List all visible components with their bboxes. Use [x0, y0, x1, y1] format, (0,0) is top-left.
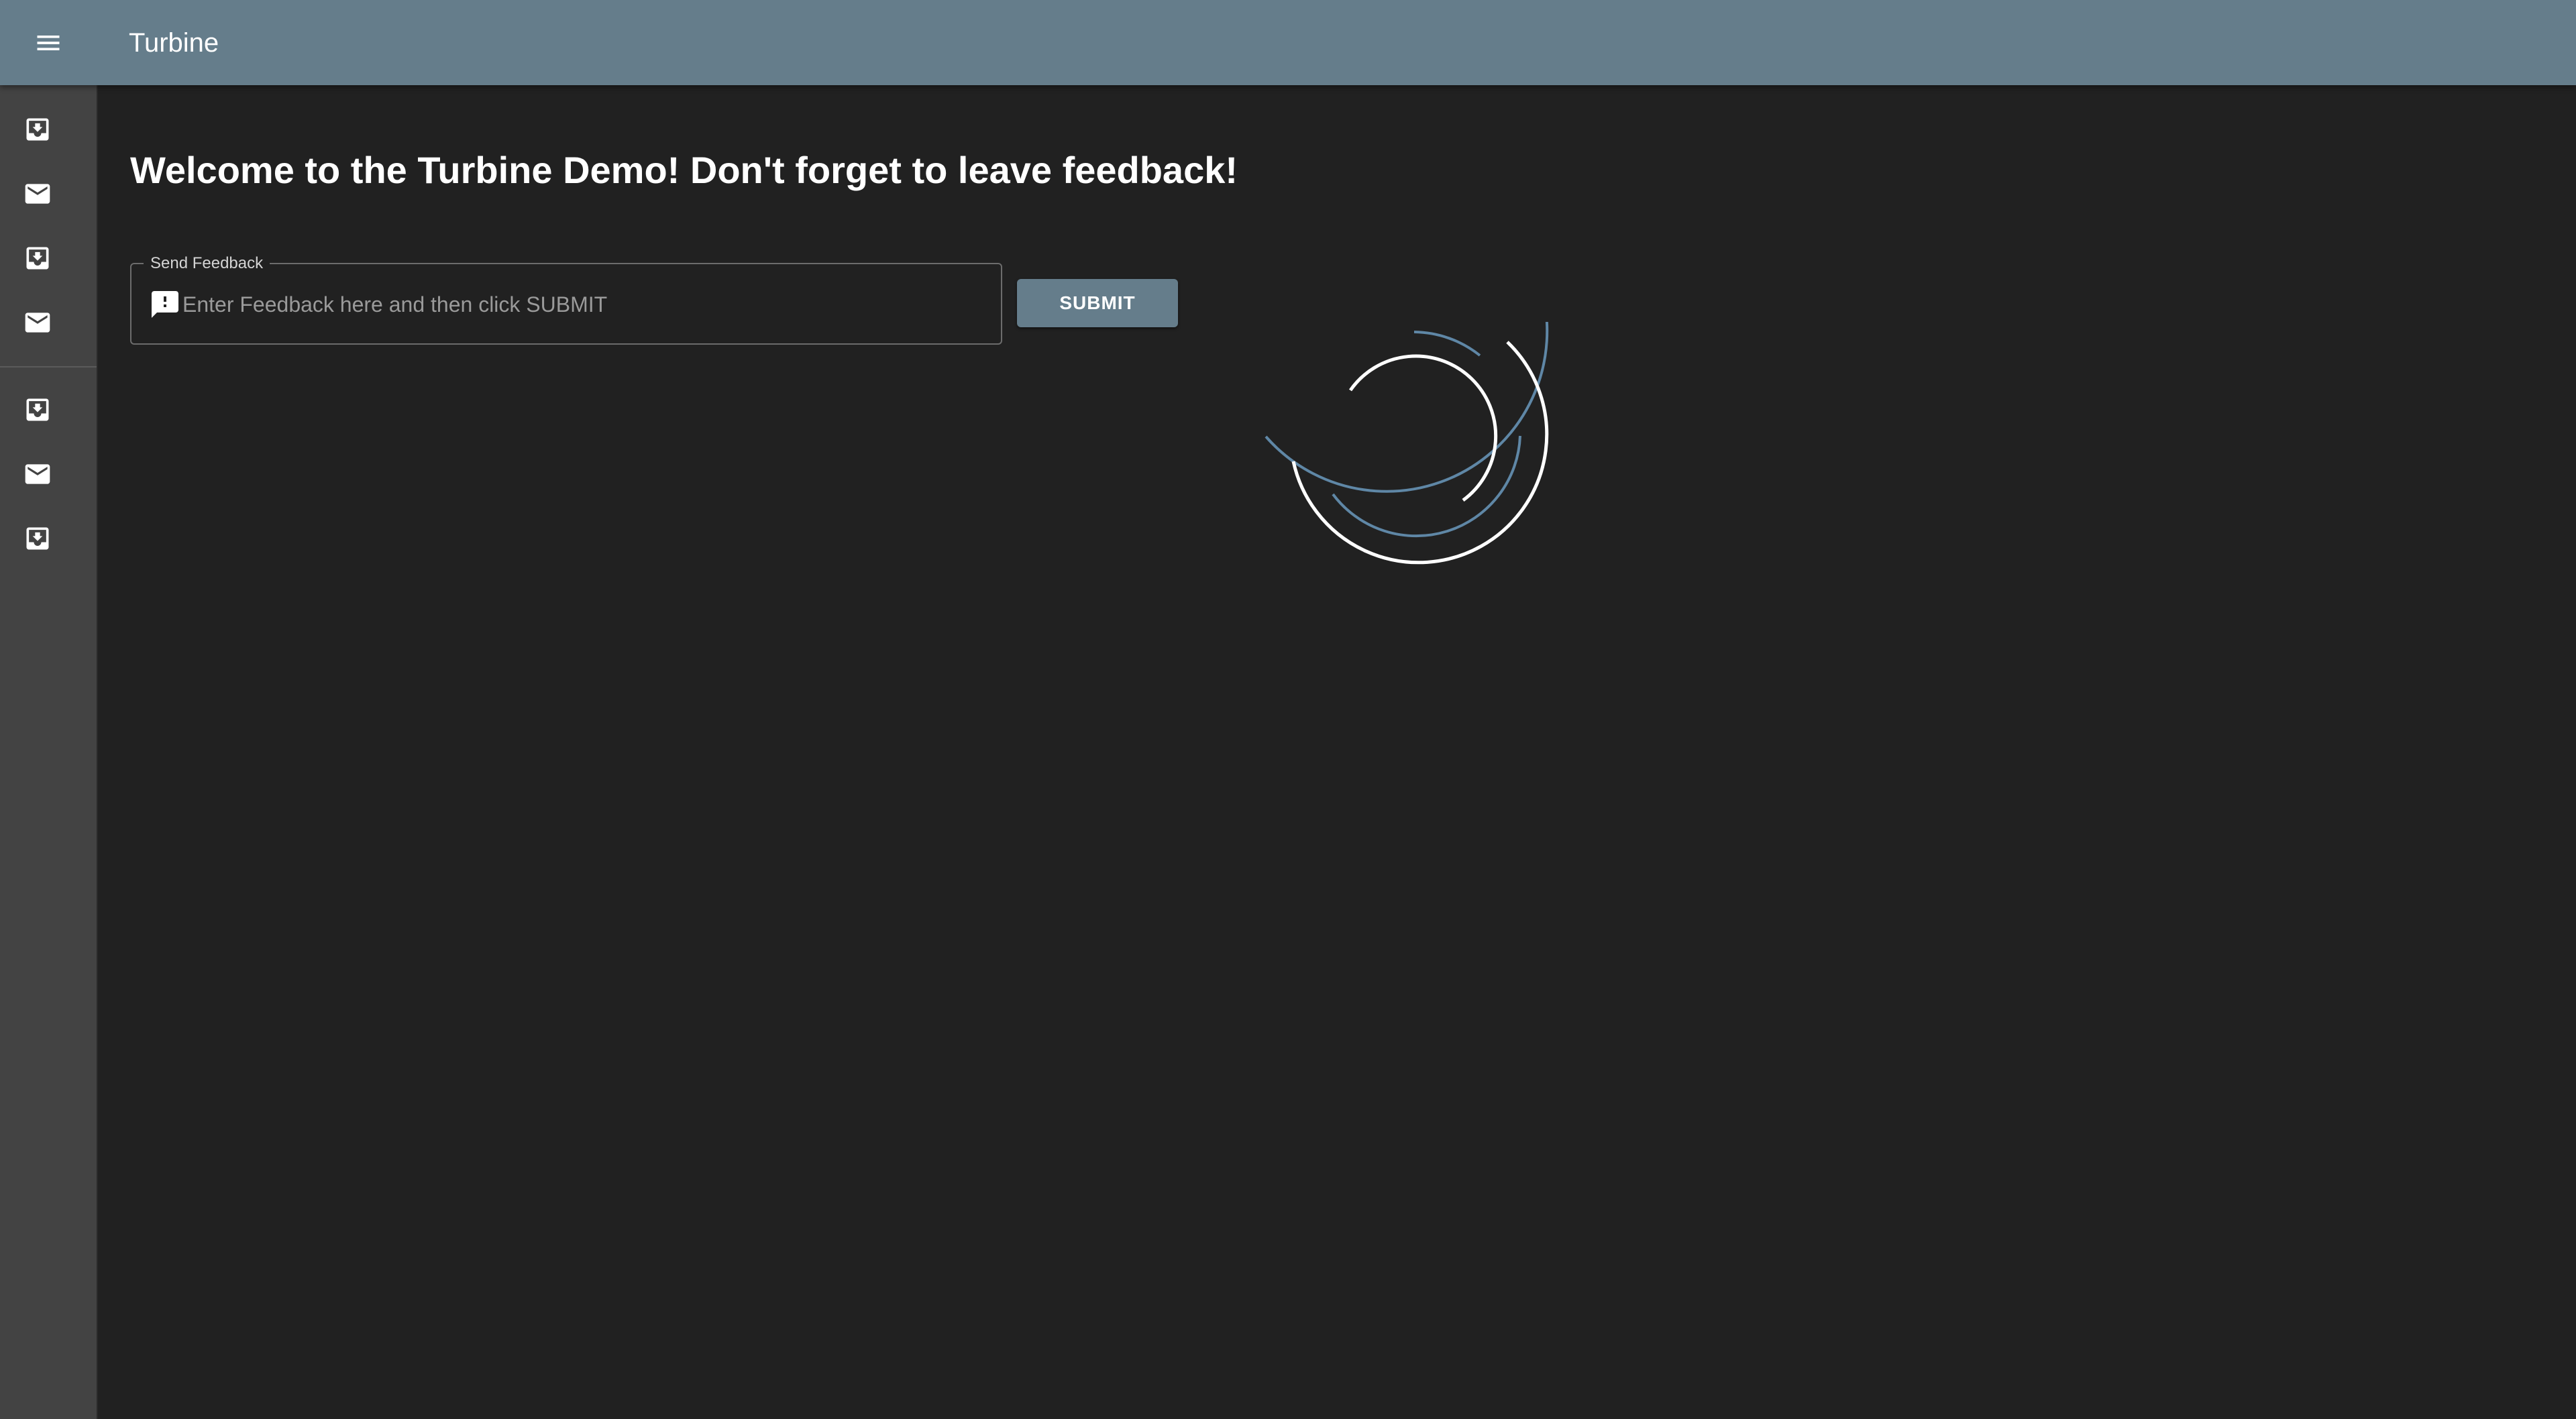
app-title: Turbine: [129, 28, 219, 58]
page-title: Welcome to the Turbine Demo! Don't forge…: [130, 149, 1238, 191]
mail-icon: [25, 313, 50, 333]
feedback-field[interactable]: Send Feedback: [130, 253, 1002, 345]
menu-icon: [37, 36, 60, 50]
spinner-arc-outer: [1265, 322, 1549, 493]
drawer-item-mail-3[interactable]: [0, 447, 75, 501]
spinner-arc-outer-tail: [1413, 331, 1481, 357]
side-drawer: [0, 85, 98, 1419]
drawer-item-inbox-3[interactable]: [0, 383, 75, 437]
feedback-icon: [152, 291, 178, 318]
move-to-inbox-icon: [26, 527, 49, 550]
submit-button[interactable]: SUBMIT: [1017, 279, 1178, 327]
feedback-field-label: Send Feedback: [144, 253, 270, 274]
move-to-inbox-icon: [26, 398, 49, 421]
loading-spinner: [1265, 322, 1549, 565]
drawer-item-inbox-1[interactable]: [0, 103, 75, 156]
drawer-item-mail-1[interactable]: [0, 167, 75, 221]
spinner-arc-white-large: [1291, 341, 1549, 565]
drawer-item-mail-2[interactable]: [0, 296, 75, 349]
move-to-inbox-icon: [26, 247, 49, 270]
drawer-item-inbox-4[interactable]: [0, 512, 75, 565]
move-to-inbox-icon: [26, 118, 49, 141]
drawer-divider: [0, 366, 97, 367]
mail-icon: [25, 184, 50, 204]
drawer-item-inbox-2[interactable]: [0, 231, 75, 285]
feedback-input[interactable]: [182, 284, 974, 325]
menu-button[interactable]: [25, 20, 71, 66]
mail-icon: [25, 464, 50, 484]
app-bar: Turbine: [0, 0, 2576, 85]
spinner-arc-white-small: [1348, 354, 1498, 502]
